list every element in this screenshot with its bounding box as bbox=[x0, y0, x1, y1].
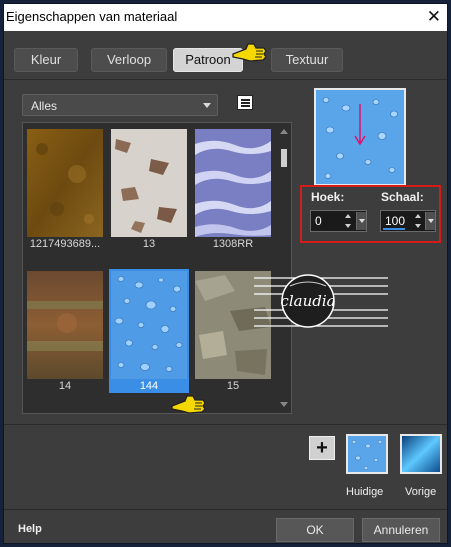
plus-icon: + bbox=[316, 437, 328, 459]
pattern-image-blue-waves bbox=[195, 129, 271, 237]
current-material-swatch[interactable] bbox=[346, 434, 388, 474]
scale-label: Schaal: bbox=[381, 190, 424, 204]
material-properties-dialog: Eigenschappen van materiaal ✕ Kleur Verl… bbox=[3, 3, 448, 544]
cancel-button[interactable]: Annuleren bbox=[362, 518, 440, 542]
tab-bar: Kleur Verloop Patroon Textuur bbox=[4, 40, 447, 80]
footer-bar: Help OK Annuleren bbox=[4, 509, 447, 543]
previous-material-swatch[interactable] bbox=[400, 434, 442, 474]
pattern-label: 13 bbox=[142, 238, 156, 250]
pattern-image-stone bbox=[111, 129, 187, 237]
current-swatch-label: Huidige bbox=[346, 486, 384, 498]
pattern-thumb[interactable]: 13 bbox=[109, 127, 189, 251]
pointing-hand-icon bbox=[171, 395, 206, 414]
close-icon[interactable]: ✕ bbox=[427, 7, 441, 27]
pointing-hand-icon bbox=[232, 43, 267, 62]
angle-label: Hoek: bbox=[311, 190, 345, 204]
category-select[interactable]: Alles bbox=[22, 94, 218, 116]
ok-button[interactable]: OK bbox=[276, 518, 354, 542]
scale-spinner[interactable]: 100 bbox=[380, 210, 436, 232]
angle-value: 0 bbox=[315, 214, 322, 228]
watermark-text: claudia bbox=[280, 292, 335, 310]
pattern-thumb[interactable]: 1308RR bbox=[193, 127, 273, 251]
pattern-thumb-selected[interactable]: 144 bbox=[109, 269, 189, 393]
tab-kleur[interactable]: Kleur bbox=[14, 48, 78, 72]
title-bar: Eigenschappen van materiaal ✕ bbox=[4, 4, 447, 31]
pattern-label: 15 bbox=[226, 380, 240, 392]
pattern-image-rust bbox=[27, 271, 103, 379]
gallery-scrollbar[interactable] bbox=[279, 127, 289, 409]
pattern-label: 144 bbox=[139, 380, 159, 392]
previous-swatch-label: Vorige bbox=[405, 486, 437, 498]
scroll-up-icon[interactable] bbox=[280, 129, 288, 134]
tab-verloop[interactable]: Verloop bbox=[91, 48, 167, 72]
pattern-label: 14 bbox=[58, 380, 72, 392]
document-icon[interactable] bbox=[237, 95, 253, 110]
angle-dropdown-button[interactable] bbox=[356, 212, 366, 230]
spin-up-down-icon[interactable] bbox=[414, 212, 423, 230]
pattern-thumb[interactable]: 1217493689... bbox=[25, 127, 105, 251]
pattern-preview bbox=[314, 88, 406, 186]
pattern-image-brown bbox=[27, 129, 103, 237]
dialog-outer-frame: Eigenschappen van materiaal ✕ Kleur Verl… bbox=[0, 0, 451, 547]
pattern-label: 1217493689... bbox=[29, 238, 101, 250]
scale-dropdown-button[interactable] bbox=[425, 212, 435, 230]
scroll-down-icon[interactable] bbox=[280, 402, 288, 407]
pattern-label: 1308RR bbox=[212, 238, 254, 250]
pattern-thumb[interactable]: 14 bbox=[25, 269, 105, 393]
scrollbar-thumb[interactable] bbox=[281, 149, 287, 167]
claudia-watermark-logo: claudia bbox=[254, 274, 388, 328]
window-title: Eigenschappen van materiaal bbox=[6, 9, 178, 24]
dropdown-arrow-icon bbox=[203, 103, 211, 108]
tab-textuur[interactable]: Textuur bbox=[271, 48, 343, 72]
scale-level-bar bbox=[383, 228, 405, 230]
pattern-image-water-drops bbox=[111, 271, 187, 379]
scale-value: 100 bbox=[385, 214, 406, 228]
angle-spinner[interactable]: 0 bbox=[310, 210, 367, 232]
separator bbox=[4, 424, 447, 425]
category-selected-value: Alles bbox=[31, 99, 58, 113]
spin-up-down-icon[interactable] bbox=[344, 212, 353, 230]
help-link[interactable]: Help bbox=[18, 523, 42, 535]
add-to-swatches-button[interactable]: + bbox=[309, 436, 335, 460]
pattern-gallery: 1217493689... 13 1308RR 14 144 15 bbox=[22, 122, 292, 414]
